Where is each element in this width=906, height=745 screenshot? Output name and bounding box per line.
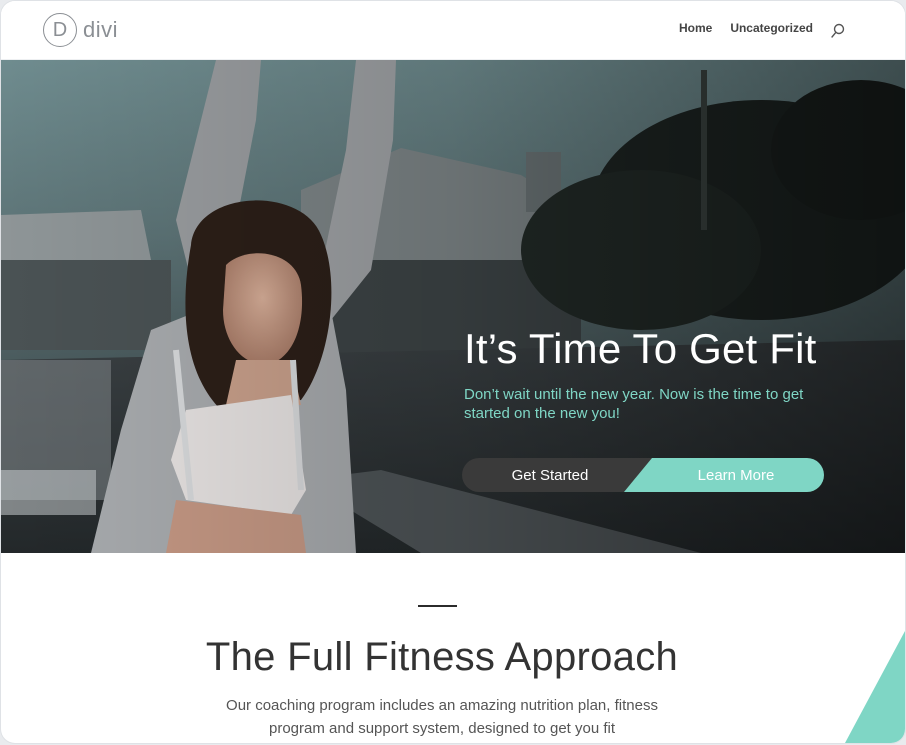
hero-section: It’s Time To Get Fit Don’t wait until th… bbox=[1, 60, 905, 553]
site-header: D divi Home Uncategorized bbox=[1, 1, 905, 60]
site-logo[interactable]: D divi bbox=[43, 13, 118, 47]
hero-cta-group: Get Started Learn More bbox=[462, 458, 824, 492]
learn-more-button[interactable]: Learn More bbox=[624, 458, 824, 492]
hero-subtitle: Don’t wait until the new year. Now is th… bbox=[464, 386, 804, 422]
browser-page: D divi Home Uncategorized It’s Time To G… bbox=[1, 1, 905, 743]
logo-wordmark: divi bbox=[83, 17, 119, 42]
nav-item-uncategorized[interactable]: Uncategorized bbox=[730, 21, 813, 35]
search-icon[interactable] bbox=[831, 23, 845, 39]
logo-mark: D bbox=[43, 13, 77, 47]
section-divider bbox=[418, 605, 457, 607]
hero-title: It’s Time To Get Fit bbox=[464, 325, 817, 372]
main-nav: Home Uncategorized bbox=[661, 21, 813, 35]
nav-item-home[interactable]: Home bbox=[679, 21, 712, 35]
section-title: The Full Fitness Approach bbox=[205, 635, 679, 679]
corner-accent-shape bbox=[845, 631, 905, 743]
section-body: Our coaching program includes an amazing… bbox=[226, 697, 658, 737]
